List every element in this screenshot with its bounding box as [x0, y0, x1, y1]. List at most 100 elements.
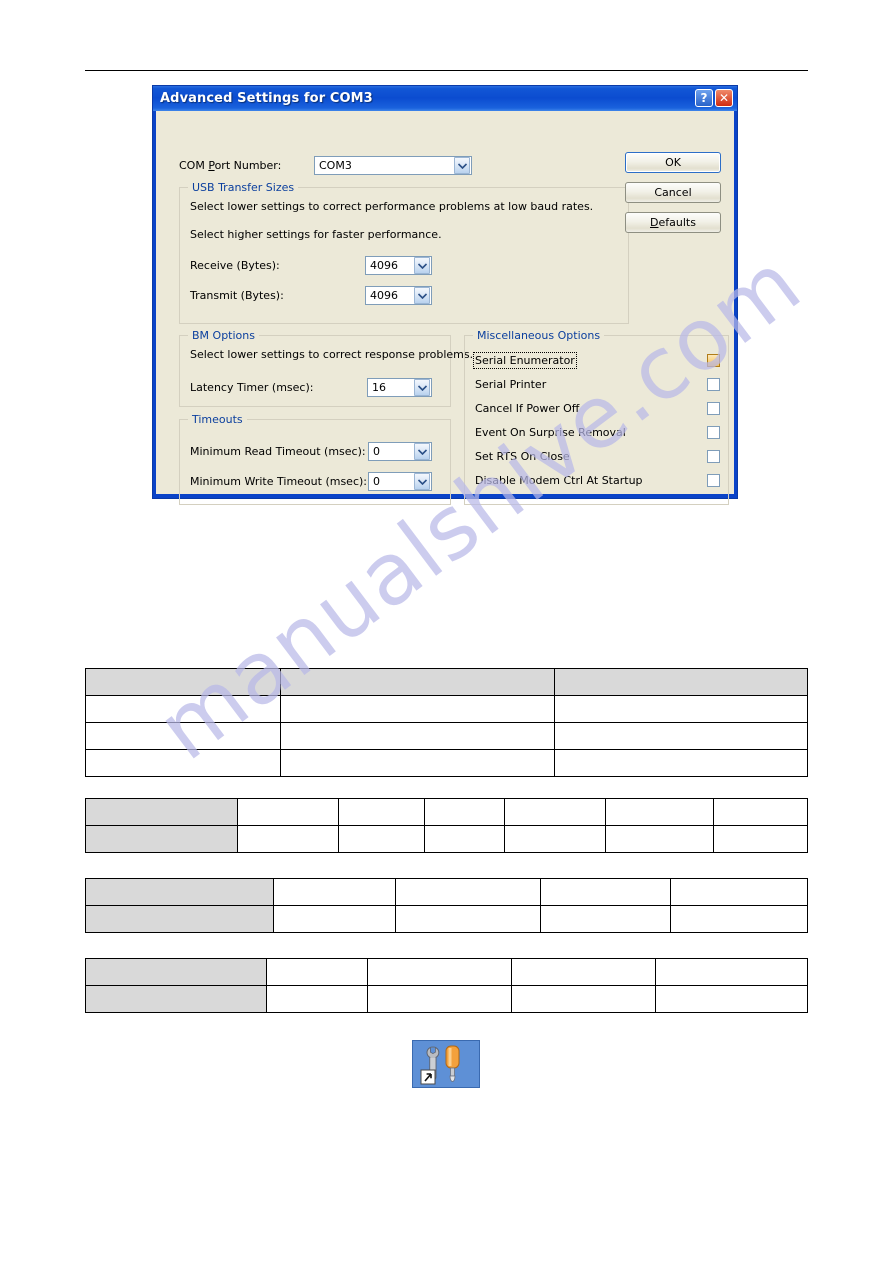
com-port-label-pre: COM	[179, 159, 209, 172]
table-cell	[655, 958, 808, 986]
com-port-label-post: ort Number:	[214, 159, 282, 172]
miscellaneous-options-group: Miscellaneous Options Serial Enumerator …	[464, 329, 729, 505]
usb-transfer-sizes-group: USB Transfer Sizes Select lower settings…	[179, 181, 629, 324]
page-header-rule	[85, 70, 808, 71]
table-row	[85, 798, 808, 826]
checkbox-serial-enumerator[interactable]	[707, 354, 720, 367]
chevron-down-icon[interactable]	[414, 473, 430, 490]
minimum-write-timeout-combobox[interactable]: 0	[368, 472, 432, 491]
table-cell	[554, 722, 808, 750]
table-cell	[85, 749, 281, 777]
minimum-read-timeout-label: Minimum Read Timeout (msec):	[190, 445, 366, 458]
chevron-down-icon[interactable]	[414, 287, 430, 304]
table-row	[85, 695, 808, 723]
table-cell	[337, 798, 426, 826]
usb-transfer-sizes-line2: Select higher settings for faster perfor…	[190, 228, 442, 241]
checkbox-disable-modem-ctrl-at-startup[interactable]	[707, 474, 720, 487]
table-cell	[424, 825, 505, 853]
table-cell	[279, 722, 556, 750]
ok-button[interactable]: OK	[625, 152, 721, 173]
table-cell	[554, 749, 808, 777]
misc-option-label: Cancel If Power Off	[475, 402, 580, 415]
table-cell	[85, 695, 281, 723]
receive-bytes-label: Receive (Bytes):	[190, 259, 280, 272]
receive-bytes-value: 4096	[370, 259, 398, 272]
miscellaneous-options-legend: Miscellaneous Options	[473, 329, 605, 342]
transmit-bytes-combobox[interactable]: 4096	[365, 286, 432, 305]
table-cell	[713, 825, 808, 853]
cancel-button[interactable]: Cancel	[625, 182, 721, 203]
table-cell	[395, 878, 541, 906]
misc-option-set-rts-on-close[interactable]: Set RTS On Close	[475, 448, 720, 465]
misc-option-label: Event On Surprise Removal	[475, 426, 626, 439]
table-cell	[510, 985, 657, 1013]
chevron-down-icon[interactable]	[414, 257, 430, 274]
minimum-write-timeout-label: Minimum Write Timeout (msec):	[190, 475, 367, 488]
checkbox-set-rts-on-close[interactable]	[707, 450, 720, 463]
com-port-number-combobox[interactable]: COM3	[314, 156, 472, 175]
help-icon[interactable]: ?	[695, 89, 713, 107]
table-row	[85, 825, 808, 853]
table-cell	[554, 695, 808, 723]
table-cell	[265, 985, 368, 1013]
bm-options-line1: Select lower settings to correct respons…	[190, 348, 474, 361]
checkbox-serial-printer[interactable]	[707, 378, 720, 391]
table-cell	[85, 958, 267, 986]
table-cell	[85, 905, 274, 933]
transmit-bytes-value: 4096	[370, 289, 398, 302]
misc-option-cancel-if-power-off[interactable]: Cancel If Power Off	[475, 400, 720, 417]
tools-shortcut-icon	[412, 1040, 480, 1088]
table-cell	[510, 958, 657, 986]
advanced-settings-dialog: Advanced Settings for COM3 ? ✕ COM Port …	[152, 85, 738, 505]
table-row	[85, 958, 808, 986]
dialog-body: COM Port Number: COM3 USB Transfer Sizes…	[156, 111, 734, 505]
table-cell	[279, 749, 556, 777]
table-cell	[85, 878, 274, 906]
receive-bytes-combobox[interactable]: 4096	[365, 256, 432, 275]
misc-option-serial-enumerator[interactable]: Serial Enumerator	[473, 352, 720, 369]
table-cell	[539, 878, 671, 906]
checkbox-cancel-if-power-off[interactable]	[707, 402, 720, 415]
dialog-button-column: OK Cancel Defaults	[625, 152, 721, 233]
minimum-read-timeout-row: Minimum Read Timeout (msec): 0	[190, 442, 432, 461]
misc-option-label: Set RTS On Close	[475, 450, 570, 463]
table-row	[85, 749, 808, 777]
minimum-read-timeout-value: 0	[373, 445, 380, 458]
bm-options-legend: BM Options	[188, 329, 259, 342]
dialog-titlebar[interactable]: Advanced Settings for COM3 ? ✕	[153, 86, 737, 111]
titlebar-button-group: ? ✕	[695, 89, 733, 107]
table-cell	[272, 905, 397, 933]
table-cell	[539, 905, 671, 933]
table-cell	[337, 825, 426, 853]
chevron-down-icon[interactable]	[414, 443, 430, 460]
minimum-read-timeout-combobox[interactable]: 0	[368, 442, 432, 461]
chevron-down-icon[interactable]	[454, 157, 470, 174]
shortcut-arrow-icon	[420, 1069, 436, 1085]
latency-timer-combobox[interactable]: 16	[367, 378, 432, 397]
close-icon[interactable]: ✕	[715, 89, 733, 107]
bm-options-group: BM Options Select lower settings to corr…	[179, 329, 473, 407]
table-3	[85, 878, 809, 933]
chevron-down-icon[interactable]	[414, 379, 430, 396]
table-row	[85, 905, 809, 933]
table-row	[85, 878, 809, 906]
misc-option-event-on-surprise-removal[interactable]: Event On Surprise Removal	[475, 424, 720, 441]
table-cell	[655, 985, 808, 1013]
defaults-button-accel: D	[650, 216, 659, 229]
dialog-title: Advanced Settings for COM3	[160, 91, 373, 106]
table-cell	[395, 905, 541, 933]
misc-option-serial-printer[interactable]: Serial Printer	[475, 376, 720, 393]
checkbox-event-on-surprise-removal[interactable]	[707, 426, 720, 439]
table-4	[85, 958, 808, 1013]
transmit-bytes-label: Transmit (Bytes):	[190, 289, 284, 302]
table-cell	[669, 878, 809, 906]
usb-transfer-sizes-legend: USB Transfer Sizes	[188, 181, 299, 194]
misc-option-label: Disable Modem Ctrl At Startup	[475, 474, 643, 487]
table-cell	[554, 668, 808, 696]
receive-bytes-row: Receive (Bytes): 4096	[190, 256, 432, 275]
latency-timer-value: 16	[372, 381, 386, 394]
defaults-button-rest: efaults	[658, 216, 696, 229]
defaults-button[interactable]: Defaults	[625, 212, 721, 233]
misc-option-disable-modem-ctrl-at-startup[interactable]: Disable Modem Ctrl At Startup	[475, 472, 720, 489]
table-1	[85, 668, 808, 777]
